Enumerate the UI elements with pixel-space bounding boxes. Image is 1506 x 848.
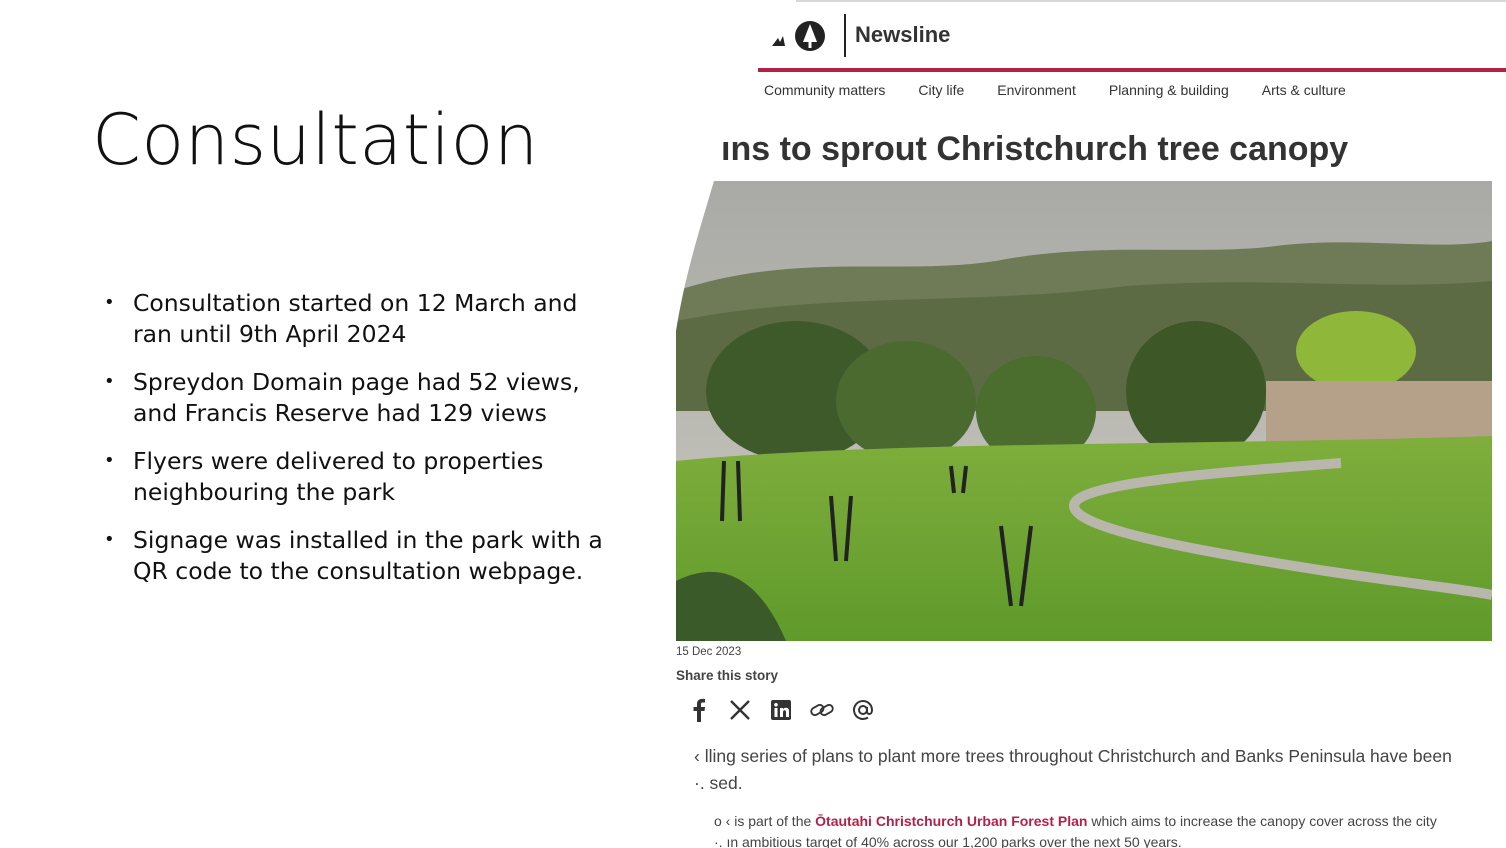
nav-arts-culture[interactable]: Arts & culture [1262, 82, 1346, 98]
bullet-text: Consultation started on 12 March and ran… [133, 289, 578, 348]
facebook-icon[interactable] [686, 696, 712, 724]
bullet-dot: • [104, 292, 115, 313]
accent-bar [758, 68, 1506, 72]
link-icon[interactable] [809, 696, 835, 724]
bullet-dot: • [104, 450, 115, 471]
bullet-item: • Spreydon Domain page had 52 views, and … [104, 367, 604, 428]
logo-divider [844, 14, 846, 57]
article-headline: ıns to sprout Christchurch tree canopy [721, 130, 1349, 168]
bullet-item: • Signage was installed in the park with … [104, 525, 604, 586]
x-icon[interactable] [727, 696, 753, 724]
body-text: which aims to increase the canopy cover … [1087, 813, 1437, 829]
urban-forest-plan-link[interactable]: Ōtautahi Christchurch Urban Forest Plan [815, 813, 1087, 829]
article-intro-text: ‹ lling series of plans to plant more tr… [694, 746, 1452, 793]
bullet-dot: • [104, 529, 115, 550]
main-nav: Community matters City life Environment … [764, 82, 1379, 98]
bullet-text: Spreydon Domain page had 52 views, and F… [133, 368, 580, 427]
nav-environment[interactable]: Environment [997, 82, 1076, 98]
nav-planning-building[interactable]: Planning & building [1109, 82, 1229, 98]
newsline-screenshot: Newsline Community matters City life Env… [676, 0, 1506, 848]
bullet-dot: • [104, 371, 115, 392]
bullet-item: • Flyers were delivered to properties nei… [104, 446, 604, 507]
share-buttons [686, 696, 876, 724]
council-logo-icon[interactable] [768, 16, 828, 56]
brand-name[interactable]: Newsline [855, 22, 950, 48]
share-label: Share this story [676, 668, 779, 683]
bullet-item: • Consultation started on 12 March and ra… [104, 288, 604, 349]
bullet-list: • Consultation started on 12 March and ra… [104, 288, 604, 604]
linkedin-icon[interactable] [768, 696, 794, 724]
bullet-text: Signage was installed in the park with a… [133, 526, 603, 585]
article-date: 15 Dec 2023 [676, 646, 742, 658]
nav-city-life[interactable]: City life [918, 82, 964, 98]
slide-title: Consultation [92, 99, 539, 181]
email-icon[interactable] [850, 696, 876, 724]
bullet-text: Flyers were delivered to properties neig… [133, 447, 544, 506]
article-photo [676, 181, 1494, 641]
article-body: o ‹ is part of the Ōtautahi Christchurch… [714, 811, 1504, 848]
nav-community-matters[interactable]: Community matters [764, 82, 885, 98]
body-text: o ‹ is part of the [714, 813, 816, 829]
article-intro: ‹ lling series of plans to plant more tr… [694, 743, 1494, 797]
top-border [796, 0, 1506, 2]
body-text: ·. ın ambitious target of 40% across our… [714, 834, 1182, 848]
